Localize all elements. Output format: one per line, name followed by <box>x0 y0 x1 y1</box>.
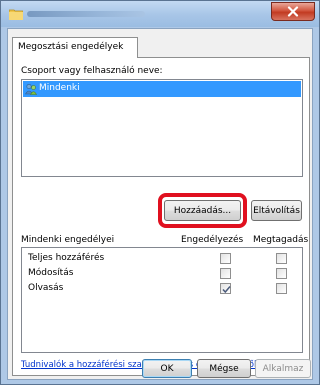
users-group-icon <box>24 83 38 95</box>
allow-checkbox-read[interactable] <box>220 283 231 294</box>
tab-panel: Csoport vagy felhasználó neve: Mindenki <box>12 57 310 376</box>
allow-checkbox-full-access[interactable] <box>220 253 231 264</box>
cancel-button[interactable]: Mégse <box>197 359 251 378</box>
allow-checkbox-change[interactable] <box>220 268 231 279</box>
close-button[interactable] <box>271 2 315 21</box>
permissions-heading: Mindenki engedélyei <box>21 235 115 245</box>
deny-column-header: Megtagadás <box>253 235 309 245</box>
table-row: Olvasás <box>26 282 302 296</box>
deny-checkbox-full-access[interactable] <box>276 253 287 264</box>
dialog-window: Megosztási engedélyek Csoport vagy felha… <box>0 0 320 385</box>
folder-icon <box>8 8 24 21</box>
dialog-client: Megosztási engedélyek Csoport vagy felha… <box>7 28 313 380</box>
user-name: Mindenki <box>39 83 80 93</box>
ok-button-label: OK <box>160 363 174 374</box>
permissions-table: Teljes hozzáférés Módosítás Olvasás <box>21 247 303 353</box>
group-user-label: Csoport vagy felhasználó neve: <box>21 66 163 76</box>
permission-name: Teljes hozzáférés <box>28 253 105 263</box>
remove-button[interactable]: Eltávolítás <box>251 200 302 221</box>
checkmark-icon <box>222 286 231 294</box>
highlight-annotation <box>158 193 247 228</box>
deny-checkbox-change[interactable] <box>276 268 287 279</box>
table-row: Teljes hozzáférés <box>26 252 302 266</box>
list-item[interactable]: Mindenki <box>23 81 301 97</box>
title-bar[interactable] <box>1 1 319 27</box>
permission-name: Olvasás <box>28 283 64 293</box>
permission-name: Módosítás <box>28 268 74 278</box>
close-icon <box>287 6 299 17</box>
apply-button[interactable]: Alkalmaz <box>255 359 311 378</box>
table-row: Módosítás <box>26 267 302 281</box>
window-title-redacted <box>27 11 145 17</box>
deny-checkbox-read[interactable] <box>276 283 287 294</box>
remove-button-label: Eltávolítás <box>253 205 300 216</box>
apply-button-label: Alkalmaz <box>262 363 304 374</box>
ok-button[interactable]: OK <box>142 359 192 378</box>
allow-column-header: Engedélyezés <box>181 235 244 245</box>
tab-share-permissions[interactable]: Megosztási engedélyek <box>12 37 138 58</box>
tab-label: Megosztási engedélyek <box>18 42 124 52</box>
user-listbox[interactable]: Mindenki <box>21 79 303 177</box>
cancel-button-label: Mégse <box>209 363 239 374</box>
